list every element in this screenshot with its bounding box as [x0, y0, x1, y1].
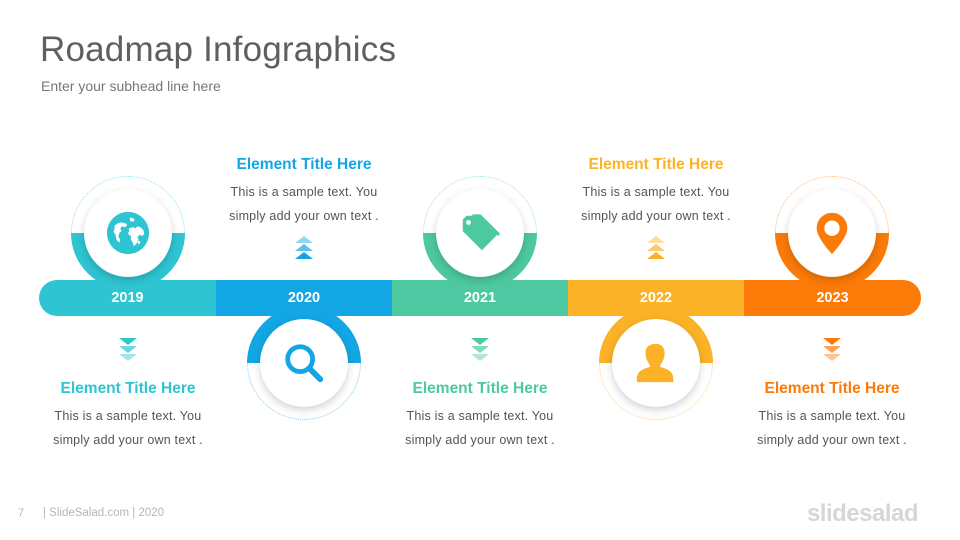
search-icon	[285, 344, 324, 383]
element-body-line2: simply add your own text .	[581, 209, 731, 223]
milestone-node-2020	[247, 304, 361, 420]
chevron-shape	[823, 338, 841, 345]
icon-circle	[260, 319, 348, 407]
globe-icon	[106, 211, 150, 255]
icon-circle	[84, 189, 172, 277]
connector	[627, 304, 685, 316]
year-label: 2023	[816, 290, 849, 306]
element-title: Element Title Here	[764, 380, 900, 397]
element-body-line2: simply add your own text .	[405, 433, 555, 447]
element-title: Element Title Here	[236, 156, 372, 173]
arrow-down-2021	[470, 336, 490, 362]
chevrons-down-icon	[823, 338, 841, 361]
page-title: Roadmap Infographics	[40, 30, 397, 69]
page-subtitle: Enter your subhead line here	[41, 78, 221, 94]
chevrons-down-icon	[471, 338, 489, 361]
brand-logo: slidesalad	[806, 500, 919, 527]
chevron-shape	[119, 338, 137, 345]
element-body-line2: simply add your own text .	[53, 433, 203, 447]
element-body-line2: simply add your own text .	[757, 433, 907, 447]
tag-icon	[462, 214, 501, 251]
element-title: Element Title Here	[588, 156, 724, 173]
connector	[275, 304, 333, 316]
element-body-line1: This is a sample text. You	[230, 185, 378, 199]
chevron-shape	[119, 354, 137, 361]
chevron-shape	[823, 346, 841, 353]
element-title: Element Title Here	[60, 380, 196, 397]
icon-circle	[788, 189, 876, 277]
page-number: 7	[18, 507, 25, 519]
chevron-shape	[119, 346, 137, 353]
chevron-shape	[471, 346, 489, 353]
element-body-line1: This is a sample text. You	[582, 185, 730, 199]
footer-text: | SlideSalad.com | 2020	[43, 507, 165, 519]
chevron-shape	[647, 244, 665, 251]
chevron-shape	[647, 252, 665, 259]
chevron-shape	[647, 236, 665, 243]
chevron-shape	[295, 236, 313, 243]
connector	[803, 280, 861, 292]
chevron-shape	[295, 252, 313, 259]
chevrons-up-icon	[295, 236, 313, 259]
icon-circle	[612, 319, 700, 407]
map-pin-icon	[816, 212, 848, 255]
icon-circle	[436, 189, 524, 277]
element-title: Element Title Here	[412, 380, 548, 397]
milestone-node-2023	[775, 176, 889, 292]
milestone-text-2020: Element Title Here This is a sample text…	[214, 156, 394, 228]
element-body-line1: This is a sample text. You	[758, 409, 906, 423]
milestone-text-2021: Element Title Here This is a sample text…	[390, 380, 570, 452]
connector	[99, 280, 157, 292]
arrow-down-2019	[118, 336, 138, 362]
milestone-node-2022	[599, 304, 713, 420]
chevrons-down-icon	[119, 338, 137, 361]
chevron-shape	[471, 338, 489, 345]
year-label: 2021	[463, 290, 497, 306]
arrow-down-2023	[822, 336, 842, 362]
element-body-line1: This is a sample text. You	[406, 409, 554, 423]
milestone-text-2019: Element Title Here This is a sample text…	[38, 380, 218, 452]
element-body-line2: simply add your own text .	[229, 209, 379, 223]
element-body-line1: This is a sample text. You	[54, 409, 202, 423]
chevron-shape	[471, 354, 489, 361]
chevron-shape	[295, 244, 313, 251]
milestone-text-2022: Element Title Here This is a sample text…	[566, 156, 746, 228]
chevrons-up-icon	[647, 236, 665, 259]
milestone-text-2023: Element Title Here This is a sample text…	[742, 380, 922, 452]
chevron-shape	[823, 354, 841, 361]
year-label: 2019	[111, 290, 144, 306]
milestone-node-2019	[71, 176, 185, 292]
milestone-node-2021	[423, 176, 537, 292]
user-icon	[636, 343, 674, 383]
connector	[451, 280, 509, 292]
arrow-up-2020	[294, 234, 314, 260]
arrow-up-2022	[646, 234, 666, 260]
